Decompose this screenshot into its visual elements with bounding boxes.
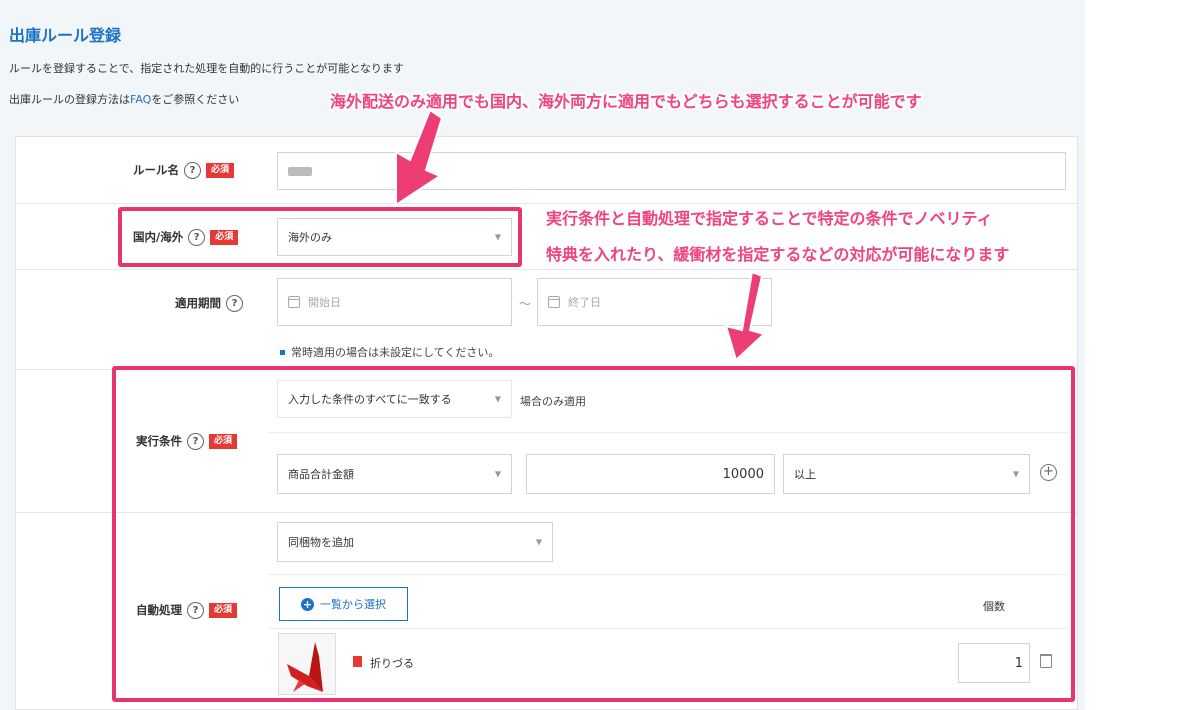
required-badge: 必須 <box>206 162 235 178</box>
faq-prefix: 出庫ルールの登録方法は <box>9 93 130 106</box>
period-label: 適用期間 ? <box>175 293 243 313</box>
help-icon[interactable]: ? <box>184 161 201 179</box>
end-date-input[interactable]: 終了日 <box>537 278 772 326</box>
calendar-icon <box>548 296 560 308</box>
faq-note: 出庫ルールの登録方法はFAQをご参照ください <box>9 91 239 107</box>
rule-name-input[interactable] <box>277 152 1066 190</box>
page-description: ルールを登録することで、指定された処理を自動的に行うことが可能となります <box>9 62 404 75</box>
end-date-placeholder: 終了日 <box>568 296 601 309</box>
rule-name-label: ルール名 ? 必須 <box>133 160 235 180</box>
rule-name-label-text: ルール名 <box>133 163 179 177</box>
region-highlight-box <box>118 207 522 267</box>
condition-action-highlight-box <box>112 366 1075 702</box>
row-divider <box>15 203 1078 204</box>
page-title: 出庫ルール登録 <box>9 26 122 45</box>
annotation-right-line1: 実行条件と自動処理で指定することで特定の条件でノベリティ <box>546 209 993 228</box>
start-date-placeholder: 開始日 <box>308 296 341 309</box>
annotation-right-line2: 特典を入れたり、緩衝材を指定するなどの対応が可能になります <box>546 245 1010 264</box>
bullet-icon <box>280 349 285 355</box>
period-note-text: 常時適用の場合は未設定にしてください。 <box>291 346 500 359</box>
period-label-text: 適用期間 <box>175 296 221 310</box>
faq-link[interactable]: FAQ <box>130 93 151 106</box>
start-date-input[interactable]: 開始日 <box>277 278 512 326</box>
help-icon[interactable]: ? <box>226 294 243 312</box>
annotation-top: 海外配送のみ適用でも国内、海外両方に適用でもどちらも選択することが可能です <box>330 92 922 111</box>
masked-value <box>288 166 312 176</box>
row-divider <box>15 269 1078 270</box>
faq-suffix: をご参照ください <box>151 93 240 106</box>
calendar-icon <box>288 296 300 308</box>
date-separator: 〜 <box>519 297 532 311</box>
period-note: 常時適用の場合は未設定にしてください。 <box>280 344 499 360</box>
